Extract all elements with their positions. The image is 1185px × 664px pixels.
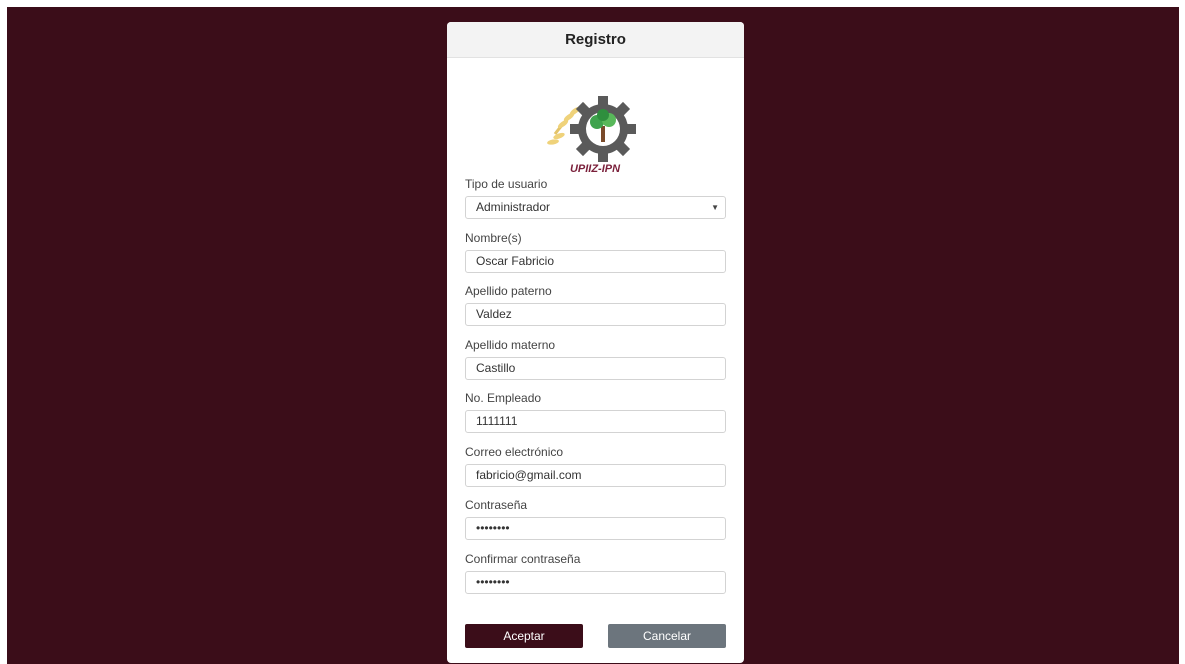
paternal-surname-input[interactable]: Valdez [465,303,726,326]
logo-text: UPIIZ-IPN [570,163,621,174]
page-background: Registro UPIIZ-IPN Tipo de usuario Admin… [7,7,1179,664]
first-name-label: Nombre(s) [465,231,522,245]
first-name-input[interactable]: Oscar Fabricio [465,250,726,273]
upiiz-ipn-logo: UPIIZ-IPN [547,96,636,174]
email-field[interactable]: fabricio@gmail.com [465,464,726,487]
card-title: Registro [447,22,744,58]
confirm-password-field[interactable]: •••••••• [465,571,726,594]
password-label: Contraseña [465,498,528,512]
cancel-button[interactable]: Cancelar [608,624,726,648]
user-type-select[interactable]: Administrador ▼ [465,196,726,219]
paternal-surname-label: Apellido paterno [465,284,552,298]
user-type-value: Administrador [476,200,551,214]
maternal-surname-label: Apellido materno [465,338,556,352]
email-label: Correo electrónico [465,445,564,459]
chevron-down-icon: ▼ [711,203,719,212]
registration-card: Registro UPIIZ-IPN Tipo de usuario Admin… [447,22,744,663]
user-type-label: Tipo de usuario [465,177,548,191]
accept-button[interactable]: Aceptar [465,624,583,648]
password-field[interactable]: •••••••• [465,517,726,540]
maternal-surname-input[interactable]: Castillo [465,357,726,380]
confirm-password-label: Confirmar contraseña [465,552,581,566]
employee-number-input[interactable]: 1111111 [465,410,726,433]
employee-number-label: No. Empleado [465,391,542,405]
